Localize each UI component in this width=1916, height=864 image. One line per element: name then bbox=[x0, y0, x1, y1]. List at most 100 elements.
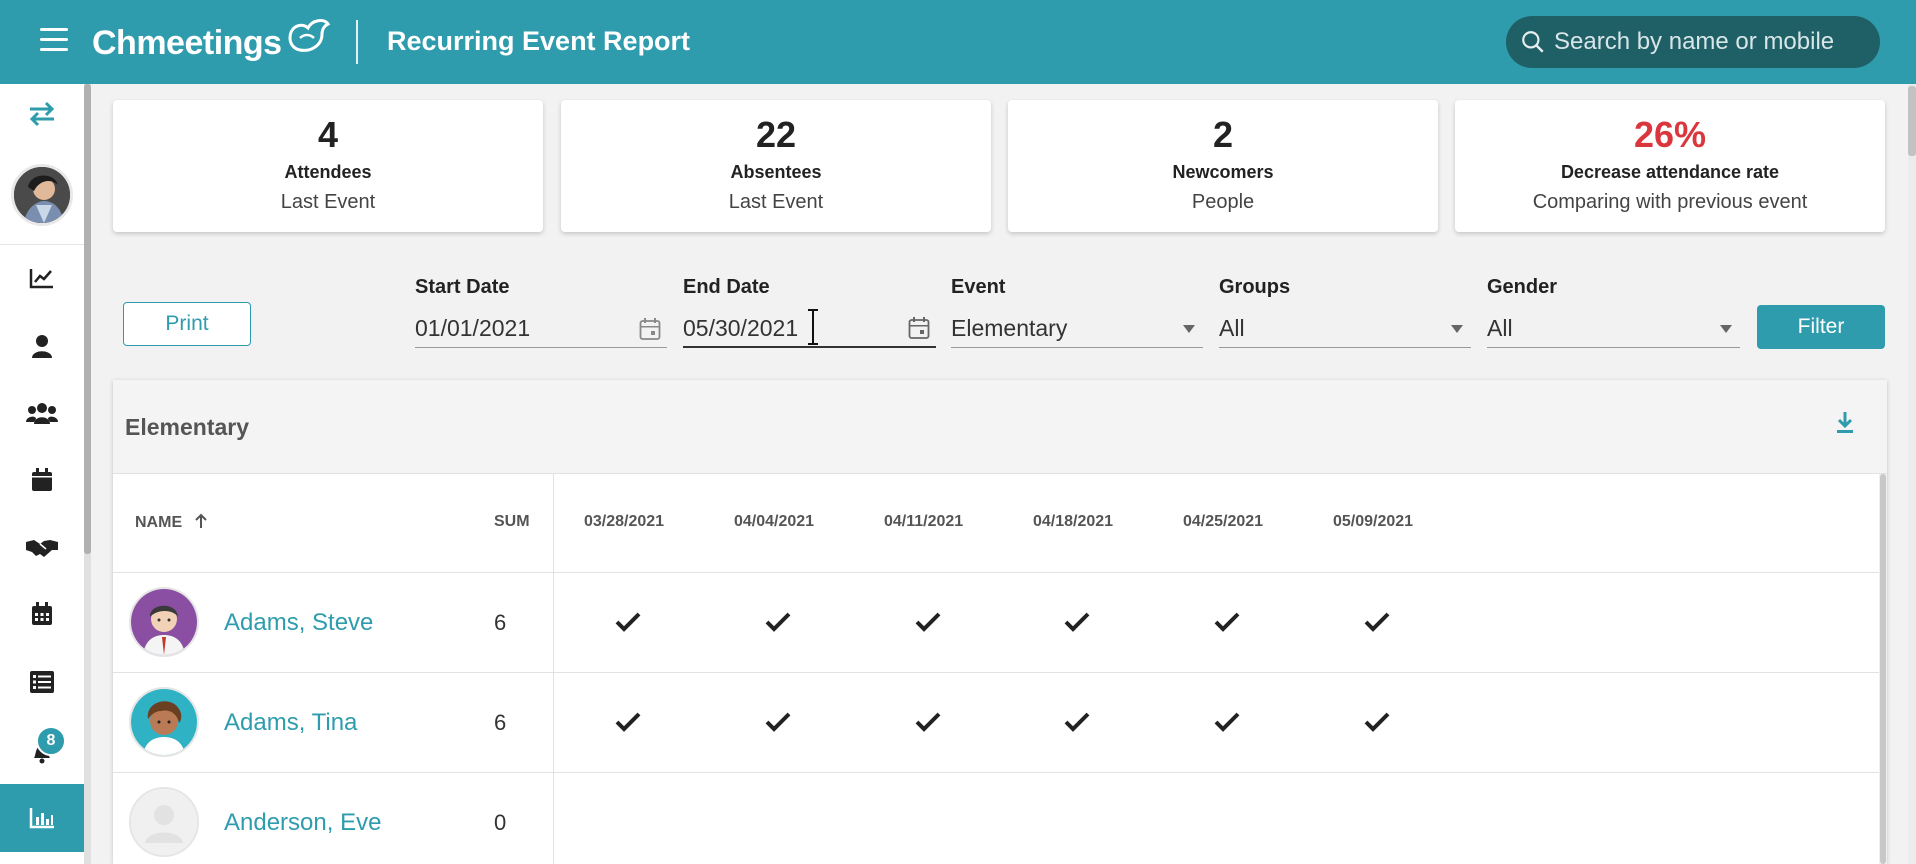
attendance-sum: 0 bbox=[494, 810, 507, 835]
print-button[interactable]: Print bbox=[123, 302, 251, 346]
attendance-check-icon bbox=[765, 712, 791, 732]
stat-card-attendees: 4 Attendees Last Event bbox=[113, 100, 543, 232]
nav-item-lists[interactable] bbox=[0, 652, 84, 712]
name-column-header[interactable]: NAME bbox=[135, 513, 209, 532]
avatar[interactable] bbox=[129, 687, 199, 757]
handshake-icon bbox=[26, 540, 58, 557]
attendance-check-icon bbox=[1214, 712, 1240, 732]
attendance-check-icon bbox=[765, 612, 791, 632]
search-box[interactable] bbox=[1506, 16, 1880, 68]
sidebar-scrollbar[interactable] bbox=[84, 84, 91, 864]
stat-card-attendance-rate: 26% Decrease attendance rate Comparing w… bbox=[1455, 100, 1885, 232]
filter-button[interactable]: Filter bbox=[1757, 305, 1885, 349]
people-group-icon bbox=[26, 403, 58, 424]
attendance-check-icon bbox=[1214, 612, 1240, 632]
stat-label: Attendees bbox=[284, 162, 372, 182]
stat-value: 26% bbox=[1633, 114, 1707, 155]
attendance-check-icon bbox=[1064, 712, 1090, 732]
end-date-value: 05/30/2021 bbox=[683, 314, 799, 341]
list-icon bbox=[30, 671, 54, 693]
avatar[interactable] bbox=[129, 787, 199, 857]
attendance-sum: 6 bbox=[494, 610, 507, 635]
groups-select[interactable]: Groups All bbox=[1219, 276, 1471, 350]
date-column-header[interactable]: 04/25/2021 bbox=[1183, 513, 1263, 531]
bar-chart-icon bbox=[29, 808, 54, 829]
sidebar-separator bbox=[0, 244, 84, 245]
stat-sub: Last Event bbox=[280, 191, 376, 213]
attendance-sum: 6 bbox=[494, 710, 507, 735]
nav-item-calendar[interactable] bbox=[0, 584, 84, 644]
stat-value: 4 bbox=[317, 114, 339, 155]
row-divider bbox=[113, 572, 1879, 573]
text-cursor-icon bbox=[808, 309, 818, 345]
download-icon[interactable] bbox=[1833, 410, 1857, 436]
start-date-field[interactable]: Start Date 01/01/2021 bbox=[415, 276, 667, 350]
person-name-link[interactable]: Anderson, Eve bbox=[224, 809, 381, 837]
attendance-check-icon bbox=[615, 712, 641, 732]
start-date-value: 01/01/2021 bbox=[415, 315, 531, 341]
logo[interactable]: Chmeetings bbox=[92, 18, 332, 68]
row-divider bbox=[113, 772, 1879, 773]
gender-select[interactable]: Gender All bbox=[1487, 276, 1740, 350]
stat-value: 2 bbox=[1212, 114, 1234, 155]
person-name-link[interactable]: Adams, Tina bbox=[224, 709, 357, 737]
end-date-field[interactable]: End Date 05/30/2021 bbox=[683, 276, 936, 350]
chart-line-icon bbox=[29, 269, 53, 289]
hamburger-menu-icon[interactable] bbox=[40, 28, 68, 52]
nav-item-volunteers[interactable] bbox=[0, 517, 84, 577]
name-column-label: NAME bbox=[135, 514, 183, 531]
stat-label: Absentees bbox=[730, 162, 822, 182]
nav-item-reports[interactable] bbox=[0, 784, 84, 852]
gender-dropdown[interactable]: All bbox=[1487, 310, 1740, 348]
sum-column-header[interactable]: SUM bbox=[494, 513, 530, 531]
calendar-grid-icon bbox=[32, 602, 52, 625]
groups-value: All bbox=[1219, 315, 1245, 341]
nav-item-groups[interactable] bbox=[0, 383, 84, 443]
swap-arrows-icon[interactable] bbox=[26, 100, 58, 128]
stat-sub: People bbox=[1191, 191, 1255, 213]
column-divider bbox=[553, 474, 554, 864]
nav-item-notifications[interactable]: 8 bbox=[0, 718, 84, 778]
nav-item-people[interactable] bbox=[0, 316, 84, 376]
page-scrollbar[interactable] bbox=[1908, 84, 1916, 864]
end-date-input[interactable]: 05/30/2021 bbox=[683, 309, 936, 348]
gender-value: All bbox=[1487, 315, 1513, 341]
date-column-header[interactable]: 04/11/2021 bbox=[884, 513, 963, 531]
stat-sub: Comparing with previous event bbox=[1532, 191, 1808, 213]
date-column-header[interactable]: 04/04/2021 bbox=[734, 513, 814, 531]
calendar-picker-icon[interactable] bbox=[639, 317, 661, 341]
person-name-link[interactable]: Adams, Steve bbox=[224, 609, 373, 637]
dropdown-caret-icon bbox=[1451, 324, 1463, 333]
stat-card-newcomers: 2 Newcomers People bbox=[1008, 100, 1438, 232]
start-date-input[interactable]: 01/01/2021 bbox=[415, 310, 667, 348]
attendance-check-icon bbox=[1064, 612, 1090, 632]
stat-label: Decrease attendance rate bbox=[1560, 162, 1780, 182]
calendar-icon bbox=[32, 468, 52, 491]
sort-ascending-icon[interactable] bbox=[193, 513, 209, 529]
dove-logo-icon bbox=[288, 19, 330, 52]
attendance-check-icon bbox=[915, 612, 941, 632]
calendar-picker-icon[interactable] bbox=[908, 316, 930, 340]
event-label: Event bbox=[951, 276, 1006, 298]
attendance-check-icon bbox=[1364, 612, 1390, 632]
groups-dropdown[interactable]: All bbox=[1219, 310, 1471, 348]
notification-badge: 8 bbox=[36, 726, 66, 756]
avatar[interactable] bbox=[129, 587, 199, 657]
profile-avatar[interactable] bbox=[11, 164, 73, 226]
start-date-label: Start Date bbox=[415, 276, 510, 298]
event-dropdown[interactable]: Elementary bbox=[951, 310, 1203, 348]
groups-label: Groups bbox=[1219, 276, 1291, 298]
row-divider bbox=[113, 672, 1879, 673]
table-scrollbar[interactable] bbox=[1879, 474, 1887, 864]
nav-item-dashboard[interactable] bbox=[0, 248, 84, 308]
nav-item-events[interactable] bbox=[0, 450, 84, 510]
search-icon bbox=[1522, 31, 1544, 53]
date-column-header[interactable]: 05/09/2021 bbox=[1333, 513, 1413, 531]
date-column-header[interactable]: 03/28/2021 bbox=[584, 513, 664, 531]
dropdown-caret-icon bbox=[1183, 324, 1195, 333]
gender-label: Gender bbox=[1487, 276, 1558, 298]
page-title: Recurring Event Report bbox=[387, 26, 691, 56]
search-input[interactable] bbox=[1554, 28, 1874, 56]
date-column-header[interactable]: 04/18/2021 bbox=[1033, 513, 1113, 531]
event-select[interactable]: Event Elementary bbox=[951, 276, 1203, 350]
